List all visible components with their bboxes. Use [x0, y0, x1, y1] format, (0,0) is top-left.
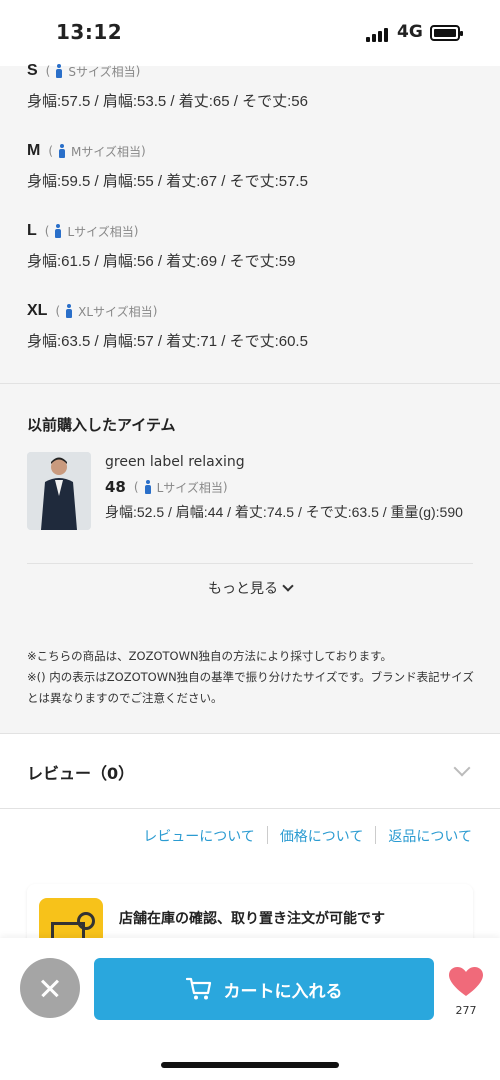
link-separator	[375, 826, 377, 844]
link-return-about[interactable]: 返品について	[388, 826, 472, 846]
like-count: 277	[455, 1004, 477, 1017]
size-row-l: L (Lサイズ相当) 身幅:61.5 / 肩幅:56 / 着丈:69 / そで丈…	[27, 220, 295, 271]
heart-icon	[449, 967, 483, 996]
size-row-s: S (Sサイズ相当) 身幅:57.5 / 肩幅:53.5 / 着丈:65 / そ…	[27, 60, 308, 111]
size-name: L	[27, 222, 37, 239]
network-label: 4G	[397, 22, 423, 42]
person-icon	[54, 224, 62, 238]
size-row-xl: XL (XLサイズ相当) 身幅:63.5 / 肩幅:57 / 着丈:71 / そ…	[27, 300, 308, 351]
previous-items-title: 以前購入したアイテム	[27, 416, 176, 434]
size-measurements: 身幅:61.5 / 肩幅:56 / 着丈:69 / そで丈:59	[27, 253, 296, 270]
link-review-about[interactable]: レビューについて	[143, 826, 255, 846]
home-indicator	[161, 1062, 339, 1068]
size-equivalent: (Lサイズ相当)	[44, 224, 139, 239]
person-icon	[58, 144, 66, 158]
size-row-m: M (Mサイズ相当) 身幅:59.5 / 肩幅:55 / 着丈:67 / そで丈…	[27, 140, 308, 191]
chevron-down-icon	[282, 580, 294, 592]
size-name: XL	[27, 302, 48, 319]
size-measurements: 身幅:57.5 / 肩幅:53.5 / 着丈:65 / そで丈:56	[27, 93, 308, 110]
favorite-button[interactable]: 277	[446, 966, 486, 1017]
battery-icon	[430, 25, 463, 41]
add-to-cart-button[interactable]: カートに入れる	[94, 958, 434, 1020]
person-icon	[144, 480, 152, 494]
note-line: ※こちらの商品は、ZOZOTOWN独自の方法により採寸しております。	[27, 649, 392, 663]
divider	[0, 808, 500, 809]
person-icon	[55, 64, 63, 78]
link-separator	[266, 826, 268, 844]
link-price-about[interactable]: 価格について	[280, 826, 364, 846]
note-line: ※() 内の表示はZOZOTOWN独自の基準で振り分けたサイズです。ブランド表記…	[27, 670, 474, 705]
size-measurements: 身幅:59.5 / 肩幅:55 / 着丈:67 / そで丈:57.5	[27, 173, 308, 190]
previous-size: 48	[105, 478, 126, 496]
bottom-action-bar: カートに入れる 277	[0, 938, 500, 1080]
brand-name: green label relaxing	[105, 454, 245, 470]
size-equivalent: (Mサイズ相当)	[48, 144, 146, 159]
close-button[interactable]	[20, 958, 80, 1018]
see-more-button[interactable]: もっと見る	[0, 578, 500, 598]
divider	[0, 383, 500, 384]
store-stock-text: 店舗在庫の確認、取り置き注文が可能です	[119, 911, 385, 927]
measurement-notes: ※こちらの商品は、ZOZOTOWN独自の方法により採寸しております。 ※() 内…	[27, 646, 477, 709]
size-equivalent: (Lサイズ相当)	[133, 480, 228, 495]
status-time: 13:12	[56, 20, 123, 44]
person-icon	[65, 304, 73, 318]
signal-icon	[366, 26, 390, 42]
cart-icon	[185, 977, 211, 1000]
size-name: M	[27, 142, 41, 159]
size-equivalent: (XLサイズ相当)	[55, 304, 158, 319]
status-bar: 13:12 4G	[0, 0, 500, 66]
cart-button-label: カートに入れる	[223, 981, 343, 1002]
review-header[interactable]: レビュー（0）	[27, 760, 134, 784]
size-equivalent: (Sサイズ相当)	[45, 64, 141, 79]
info-links: レビューについて 価格について 返品について	[143, 826, 472, 846]
divider	[27, 563, 473, 564]
previous-measurements: 身幅:52.5 / 肩幅:44 / 着丈:74.5 / そで丈:63.5 / 重…	[105, 504, 463, 520]
divider	[0, 733, 500, 734]
size-measurements: 身幅:63.5 / 肩幅:57 / 着丈:71 / そで丈:60.5	[27, 333, 308, 350]
size-name: S	[27, 62, 38, 79]
product-thumbnail[interactable]	[27, 452, 91, 530]
previous-item[interactable]: green label relaxing 48 (Lサイズ相当) 身幅:52.5…	[27, 452, 473, 552]
